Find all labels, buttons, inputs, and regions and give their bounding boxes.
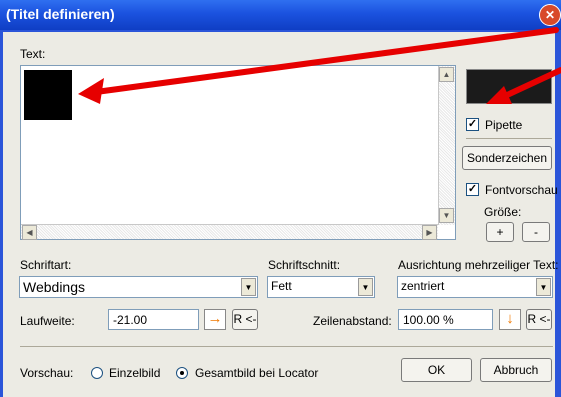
scroll-down-icon[interactable]: ▼ [439, 208, 454, 223]
schriftschnitt-value: Fett [271, 279, 292, 293]
laufweite-reset-label: R <- [233, 312, 257, 326]
ausrichtung-value: zentriert [401, 279, 445, 293]
arrow-right-icon[interactable]: → [204, 309, 226, 330]
ok-button[interactable]: OK [401, 358, 472, 382]
sonderzeichen-button[interactable]: Sonderzeichen [462, 146, 552, 170]
fontvorschau-label: Fontvorschau [485, 183, 558, 197]
ausrichtung-label: Ausrichtung mehrzeiliger Text: [398, 258, 559, 272]
minus-icon: - [534, 225, 538, 239]
window-title: (Titel definieren) [6, 6, 115, 22]
close-icon: ✕ [544, 8, 556, 22]
zeilenabstand-label: Zeilenabstand: [313, 314, 392, 328]
laufweite-input[interactable]: -21.00 [108, 309, 199, 330]
size-label: Größe: [484, 205, 522, 219]
laufweite-value: -21.00 [113, 313, 148, 327]
pipette-label: Pipette [485, 118, 523, 132]
sonderzeichen-button-label: Sonderzeichen [466, 151, 548, 165]
radio-gesamtbild[interactable] [176, 367, 188, 379]
plus-icon: + [496, 225, 504, 239]
fontvorschau-checkbox[interactable]: ✓ [466, 183, 479, 196]
cancel-button-label: Abbruch [493, 363, 539, 377]
window-border-right [555, 0, 561, 397]
radio-einzelbild[interactable] [91, 367, 103, 379]
close-button[interactable]: ✕ [539, 4, 561, 26]
laufweite-label: Laufweite: [20, 314, 75, 328]
ok-button-label: OK [427, 363, 446, 377]
zeilenabstand-reset-button[interactable]: R <- [526, 309, 552, 330]
divider [20, 346, 553, 347]
schriftart-select[interactable]: Webdings ▼ [19, 276, 258, 298]
checkmark-icon: ✓ [467, 183, 478, 195]
title-bar[interactable]: (Titel definieren) ✕ [0, 0, 561, 32]
arrow-down-icon[interactable]: ↓ [499, 309, 521, 330]
text-input-area[interactable] [20, 65, 456, 240]
vertical-scrollbar[interactable] [438, 66, 455, 225]
zeilenabstand-reset-label: R <- [527, 312, 551, 326]
size-decrease-button[interactable]: - [522, 222, 550, 242]
schriftart-value: Webdings [23, 279, 86, 295]
vorschau-label: Vorschau: [20, 366, 74, 380]
color-preview-swatch[interactable] [466, 69, 552, 104]
schriftschnitt-label: Schriftschnitt: [268, 258, 341, 272]
zeilenabstand-value: 100.00 % [403, 313, 454, 327]
text-label: Text: [20, 47, 46, 61]
zeilenabstand-input[interactable]: 100.00 % [398, 309, 493, 330]
scroll-left-icon[interactable]: ◀ [22, 225, 37, 240]
gesamtbild-label: Gesamtbild bei Locator [195, 366, 319, 380]
chevron-down-icon[interactable]: ▼ [536, 278, 551, 296]
horizontal-scrollbar[interactable] [21, 224, 438, 239]
ausrichtung-select[interactable]: zentriert ▼ [397, 276, 553, 298]
checkmark-icon: ✓ [467, 118, 478, 130]
divider [466, 138, 552, 139]
pipette-checkbox[interactable]: ✓ [466, 118, 479, 131]
scroll-up-icon[interactable]: ▲ [439, 67, 454, 82]
scroll-right-icon[interactable]: ▶ [422, 225, 437, 240]
size-increase-button[interactable]: + [486, 222, 514, 242]
einzelbild-label: Einzelbild [109, 366, 161, 380]
cancel-button[interactable]: Abbruch [480, 358, 552, 382]
laufweite-reset-button[interactable]: R <- [232, 309, 258, 330]
webdings-glyph-preview [24, 70, 72, 120]
schriftschnitt-select[interactable]: Fett ▼ [267, 276, 375, 298]
chevron-down-icon[interactable]: ▼ [241, 278, 256, 296]
chevron-down-icon[interactable]: ▼ [358, 278, 373, 296]
schriftart-label: Schriftart: [20, 258, 72, 272]
